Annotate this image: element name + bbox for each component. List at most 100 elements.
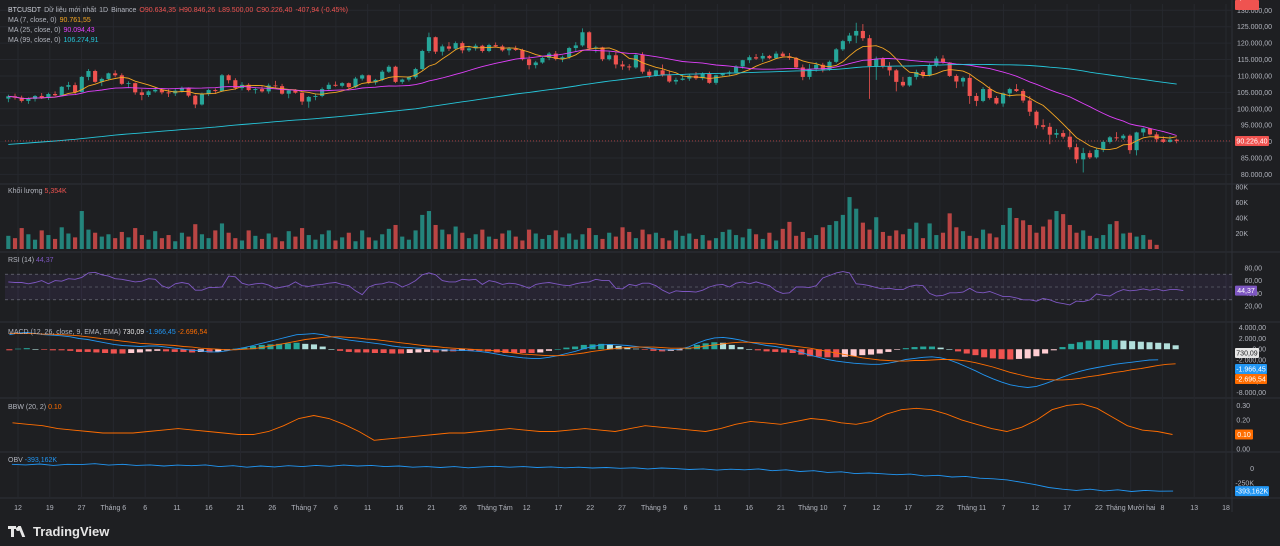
bbw-legend[interactable]: BBW (20, 2) 0.10 — [8, 404, 62, 411]
ma7-legend[interactable]: MA (7, close, 0) 90.761,55 — [8, 16, 94, 26]
price-axis-label: 110.000,00 — [1237, 73, 1272, 80]
candle-body — [206, 90, 211, 94]
volume-bar — [647, 234, 652, 249]
volume-bar — [653, 232, 658, 249]
volume-bar — [199, 234, 205, 249]
macd-histogram-bar — [415, 349, 422, 353]
candle-body — [313, 95, 318, 97]
volume-bar — [433, 224, 438, 249]
time-axis-label: Tháng 7 — [291, 505, 317, 512]
candle-body — [199, 93, 205, 105]
volume-bar — [533, 233, 538, 249]
ma99-legend[interactable]: MA (99, close, 0) 106.274,91 — [8, 36, 102, 46]
time-axis-label: 16 — [396, 505, 404, 512]
volume-bar — [1127, 232, 1132, 249]
macd-histogram-bar — [23, 348, 30, 350]
obv-label: OBV — [8, 457, 23, 464]
macd-histogram-bar — [841, 349, 848, 357]
time-axis-label: 27 — [78, 505, 86, 512]
macd-histogram-bar — [1015, 349, 1023, 359]
macd-histogram-bar — [424, 349, 431, 352]
volume-legend[interactable]: Khối lượng 5,354K — [8, 188, 67, 195]
chart-canvas[interactable]: 12 19 27 Tháng 6 6 11 16 21 26 Tháng 7 6 11 16 21 26 Th… — [0, 0, 1280, 546]
candle-body — [420, 50, 425, 70]
bbw-line — [12, 403, 1173, 441]
volume-bar — [153, 231, 158, 249]
candle-body — [667, 75, 672, 82]
macd-histogram-bar — [772, 349, 779, 352]
macd-histogram-bar — [319, 346, 326, 350]
volume-bar — [73, 237, 78, 249]
macd-histogram-bar — [128, 349, 135, 353]
candle-body — [300, 92, 305, 102]
symbol-interval[interactable]: 1D — [99, 7, 108, 14]
volume-bar — [86, 229, 91, 249]
time-axis-label: 11 — [173, 505, 180, 512]
candle-body — [840, 41, 845, 50]
macd-histogram-bar — [850, 349, 857, 357]
volume-label: Khối lượng — [8, 188, 43, 195]
volume-bar — [166, 235, 171, 249]
candle-body — [620, 64, 625, 67]
obv-legend[interactable]: OBV -393,162K — [8, 457, 57, 464]
macd-histogram-bar — [310, 344, 318, 350]
macd-histogram-bar — [119, 349, 126, 354]
macd-histogram-bar — [6, 349, 13, 351]
time-axis-label: 21 — [427, 505, 435, 512]
candle-body — [894, 70, 899, 82]
candle-body — [426, 37, 432, 51]
volume-bar — [340, 237, 345, 249]
time-axis-label: 22 — [586, 505, 594, 512]
ma25-value: 90.094,43 — [63, 27, 95, 34]
macd-histogram-bar — [519, 349, 526, 353]
volume-bar — [613, 236, 618, 249]
macd-legend[interactable]: MACD (12, 26, close, 9, EMA, EMA) 730,09… — [8, 329, 207, 336]
candle-body — [1161, 139, 1166, 142]
candle-body — [527, 59, 532, 66]
candle-body — [834, 49, 839, 62]
rsi-legend[interactable]: RSI (14) 44,37 — [8, 257, 54, 264]
volume-value: 5,354K — [44, 188, 67, 195]
rsi-value: 44,37 — [36, 257, 54, 264]
volume-bar — [79, 211, 84, 249]
tradingview-logo[interactable]: TradingView — [8, 524, 109, 539]
ohlc-low: L89.500,00 — [218, 7, 254, 14]
candle-body — [413, 69, 418, 78]
volume-bar — [874, 217, 879, 249]
candle-body — [380, 71, 385, 80]
volume-bar — [19, 228, 24, 249]
chart-root: { "header": { "symbol": "BTCUSDT", "desc… — [0, 0, 1280, 546]
macd-histogram-bar — [397, 349, 405, 354]
macd-histogram-bar — [528, 349, 535, 353]
macd-histogram-bar — [41, 349, 48, 350]
time-axis-label: 13 — [1190, 505, 1198, 512]
macd-histogram-bar — [1120, 340, 1127, 350]
bbw-axis-label: 0.00 — [1236, 447, 1250, 454]
candle-body — [259, 89, 265, 92]
macd-histogram-bar — [563, 347, 570, 350]
symbol-name[interactable]: BTCUSDT — [8, 7, 41, 14]
volume-bar — [787, 221, 792, 249]
volume-bar — [553, 230, 558, 249]
macd-histogram-bar — [728, 344, 735, 350]
ma25-legend[interactable]: MA (25, close, 0) 90.094,43 — [8, 26, 98, 36]
volume-bar — [1141, 235, 1146, 249]
bbw-badge-label: 0.10 — [1237, 432, 1251, 439]
volume-axis-label: 60K — [1236, 200, 1249, 207]
ohlc-close: C90.226,40 — [256, 7, 293, 14]
time-axis-label: 17 — [555, 505, 563, 512]
candle-body — [600, 47, 605, 60]
time-axis-label: 6 — [143, 505, 147, 512]
candle-body — [493, 45, 498, 47]
candle-body — [747, 57, 752, 61]
candle-body — [106, 73, 111, 79]
volume-bar — [894, 230, 899, 249]
macd-histogram-bar — [972, 349, 979, 356]
candle-body — [1074, 147, 1079, 160]
candle-body — [193, 95, 198, 105]
macd-histogram-bar — [1085, 340, 1092, 350]
volume-bar — [794, 235, 799, 249]
macd-histogram-bar — [380, 349, 387, 353]
macd-histogram-bar — [641, 349, 648, 350]
volume-bar — [954, 227, 959, 249]
